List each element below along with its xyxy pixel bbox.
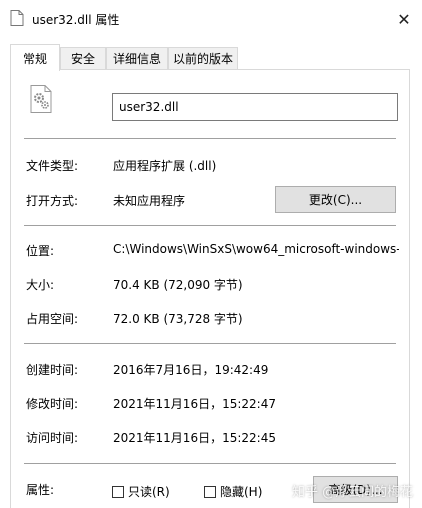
hidden-checkbox[interactable]: 隐藏(H) [204,483,262,500]
readonly-checkbox-box[interactable] [112,485,124,498]
change-button[interactable]: 更改(C)... [275,186,396,213]
advanced-button[interactable]: 高级(D)... [313,476,398,503]
separator [24,463,396,464]
modified-label: 修改时间: [26,397,79,411]
location-value: C:\Windows\WinSxS\wow64_microsoft-window… [113,242,399,256]
opens-with-label: 打开方式: [26,194,79,208]
close-icon: ✕ [397,9,411,29]
size-on-disk-value: 72.0 KB (73,728 字节) [113,312,243,326]
size-on-disk-label: 占用空间: [26,312,79,326]
readonly-checkbox[interactable]: 只读(R) [112,483,170,500]
separator [24,138,396,139]
location-label: 位置: [26,244,55,258]
separator [24,343,396,344]
tab-strip: 常规 安全 详细信息 以前的版本 [0,44,422,71]
file-icon [10,10,24,26]
created-value: 2016年7月16日，19:42:49 [113,363,269,377]
close-button[interactable]: ✕ [386,5,422,33]
window-title: user32.dll 属性 [32,13,120,27]
tab-security[interactable]: 安全 [60,47,106,69]
accessed-value: 2021年11月16日，15:22:45 [113,431,276,445]
hidden-checkbox-box[interactable] [204,485,216,498]
accessed-label: 访问时间: [26,431,79,445]
file-type-value: 应用程序扩展 (.dll) [113,159,217,173]
modified-value: 2021年11月16日，15:22:47 [113,397,276,411]
attributes-label: 属性: [26,483,55,497]
size-value: 70.4 KB (72,090 字节) [113,278,243,292]
tab-previous-versions[interactable]: 以前的版本 [168,47,238,69]
file-type-label: 文件类型: [26,159,79,173]
dll-gear-file-icon [30,85,52,113]
file-name-input[interactable] [112,93,398,121]
size-label: 大小: [26,278,55,292]
title-bar: user32.dll 属性 ✕ [0,0,422,38]
created-label: 创建时间: [26,363,79,377]
separator [24,225,396,226]
tab-details[interactable]: 详细信息 [106,47,168,69]
tab-general[interactable]: 常规 [10,44,60,71]
readonly-checkbox-label: 只读(R) [128,485,170,499]
opens-with-value: 未知应用程序 [113,194,186,208]
hidden-checkbox-label: 隐藏(H) [220,485,263,499]
